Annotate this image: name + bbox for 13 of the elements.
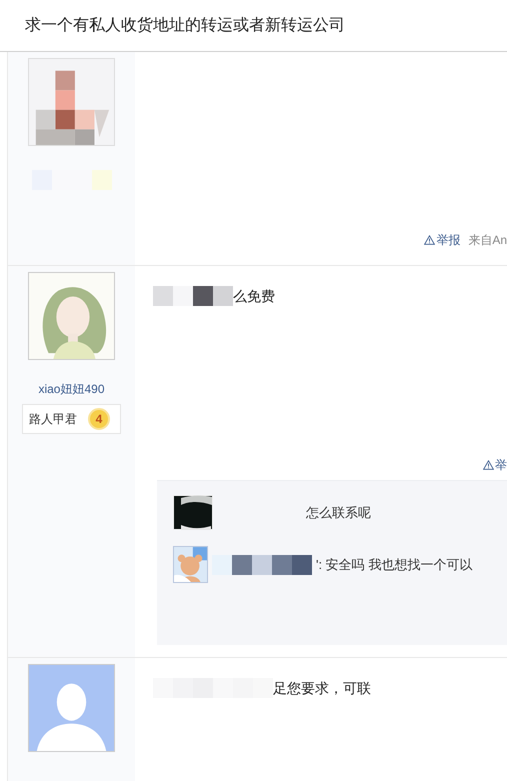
- level-badge: 4: [88, 408, 110, 430]
- warning-icon: [483, 460, 494, 470]
- thread-title: 求一个有私人收货地址的转运或者新转运公司: [25, 16, 345, 36]
- report-link[interactable]: 举报: [424, 231, 460, 249]
- warning-icon: [424, 235, 436, 245]
- post-text: 足您要求，可联: [273, 678, 371, 698]
- comment-text: ': 安全吗 我也想找一个可以: [316, 556, 472, 574]
- source-label: 来自An: [468, 232, 507, 249]
- post-text: 么免费: [233, 286, 275, 306]
- report-link[interactable]: 举: [483, 456, 507, 474]
- rank-title: 路人甲君: [29, 411, 77, 428]
- comment-text: 怎么联系呢: [306, 504, 371, 522]
- username-link[interactable]: xiao妞妞490: [38, 380, 105, 398]
